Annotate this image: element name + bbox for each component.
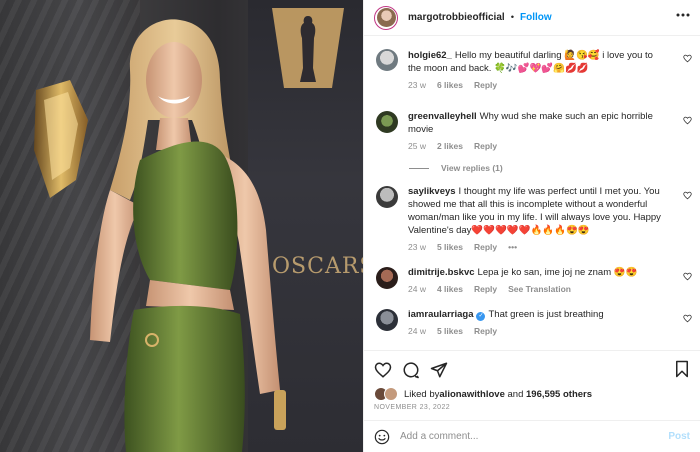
see-translation-button[interactable]: See Translation [508, 283, 571, 296]
comment-likes[interactable]: 5 likes [437, 325, 463, 338]
likes-middle: and [504, 388, 526, 400]
reply-button[interactable]: Reply [474, 325, 497, 338]
comment-time[interactable]: 23 w [408, 241, 426, 254]
comment-item: greenvalleyhell Why wud she make such an … [376, 110, 692, 153]
comment-likes[interactable]: 4 likes [437, 283, 463, 296]
post-actions: Liked by alionawithlove and 196,595 othe… [364, 350, 700, 411]
action-icons [374, 359, 690, 381]
post-header: margotrobbieofficial • Follow [364, 0, 700, 36]
follow-button[interactable]: Follow [520, 12, 552, 23]
view-replies-button[interactable]: View replies (1) [409, 163, 692, 173]
post-photo[interactable]: OSCARS95 [0, 0, 363, 452]
instagram-post: OSCARS95 margotrobbieofficial • [0, 0, 700, 452]
heart-icon[interactable] [683, 191, 692, 200]
heart-icon[interactable] [683, 314, 692, 323]
comments-list: holgie62_ Hello my beautiful darling 🙋😘🥰 … [376, 48, 692, 338]
post-button[interactable]: Post [668, 431, 690, 442]
comment-text: That green is just breathing [488, 309, 604, 320]
like-heart-icon[interactable] [374, 361, 392, 379]
share-icon[interactable] [430, 361, 448, 379]
comment-options-icon[interactable]: ••• [508, 241, 517, 254]
reply-button[interactable]: Reply [474, 283, 497, 296]
person-figure [90, 19, 286, 452]
comment-icon[interactable] [402, 361, 420, 379]
post-side-panel: margotrobbieofficial • Follow holgie62_ H… [363, 0, 700, 452]
commenter-avatar[interactable] [376, 309, 398, 331]
comment-item: saylikveys I thought my life was perfect … [376, 185, 692, 254]
more-icon[interactable] [676, 13, 690, 17]
likes-prefix: Liked by [404, 388, 440, 400]
commenter-avatar[interactable] [376, 267, 398, 289]
comment-likes[interactable]: 5 likes [437, 241, 463, 254]
commenter-avatar[interactable] [376, 111, 398, 133]
comment-item: dimitrije.bskvc Lepa je ko san, ime joj n… [376, 266, 692, 296]
heart-icon[interactable] [683, 272, 692, 281]
comment-time[interactable]: 23 w [408, 79, 426, 92]
comment-username[interactable]: holgie62_ [408, 50, 452, 61]
bookmark-icon[interactable] [674, 360, 690, 378]
reply-button[interactable]: Reply [474, 79, 497, 92]
author-username[interactable]: margotrobbieofficial [408, 12, 505, 23]
view-replies-label[interactable]: View replies (1) [441, 163, 503, 173]
comment-time[interactable]: 25 w [408, 140, 426, 153]
reply-button[interactable]: Reply [474, 241, 497, 254]
comment-text: Lepa je ko san, ime joj ne znam 😍😍 [477, 267, 638, 278]
reply-button[interactable]: Reply [474, 140, 497, 153]
post-date[interactable]: NOVEMBER 23, 2022 [374, 404, 690, 411]
emoji-icon[interactable] [374, 429, 390, 445]
heart-icon[interactable] [683, 54, 692, 63]
add-comment-bar: Add a comment... Post [364, 420, 700, 452]
liker-username[interactable]: alionawithlove [439, 389, 504, 400]
comment-item: holgie62_ Hello my beautiful darling 🙋😘🥰 … [376, 48, 692, 92]
likes-summary: Liked by alionawithlove and 196,595 othe… [374, 387, 690, 401]
verified-icon: ✓ [476, 312, 486, 321]
author-avatar[interactable] [374, 5, 398, 30]
comment-likes[interactable]: 2 likes [437, 140, 463, 153]
comment-username[interactable]: greenvalleyhell [408, 111, 477, 122]
commenter-avatar[interactable] [376, 49, 398, 71]
comment-time[interactable]: 24 w [408, 325, 426, 338]
comment-likes[interactable]: 6 likes [437, 79, 463, 92]
comment-input[interactable]: Add a comment... [400, 431, 668, 442]
comment-item: iamraularriaga ✓ That green is just breath… [376, 308, 692, 338]
header-separator: • [510, 12, 515, 23]
comment-username[interactable]: iamraularriaga [408, 309, 473, 320]
liker-avatars[interactable] [374, 387, 400, 401]
likes-count[interactable]: 196,595 others [526, 389, 592, 400]
heart-icon[interactable] [683, 116, 692, 125]
commenter-avatar[interactable] [376, 186, 398, 208]
comment-username[interactable]: dimitrije.bskvc [408, 267, 475, 278]
comment-username[interactable]: saylikveys [408, 186, 456, 197]
comment-time[interactable]: 24 w [408, 283, 426, 296]
